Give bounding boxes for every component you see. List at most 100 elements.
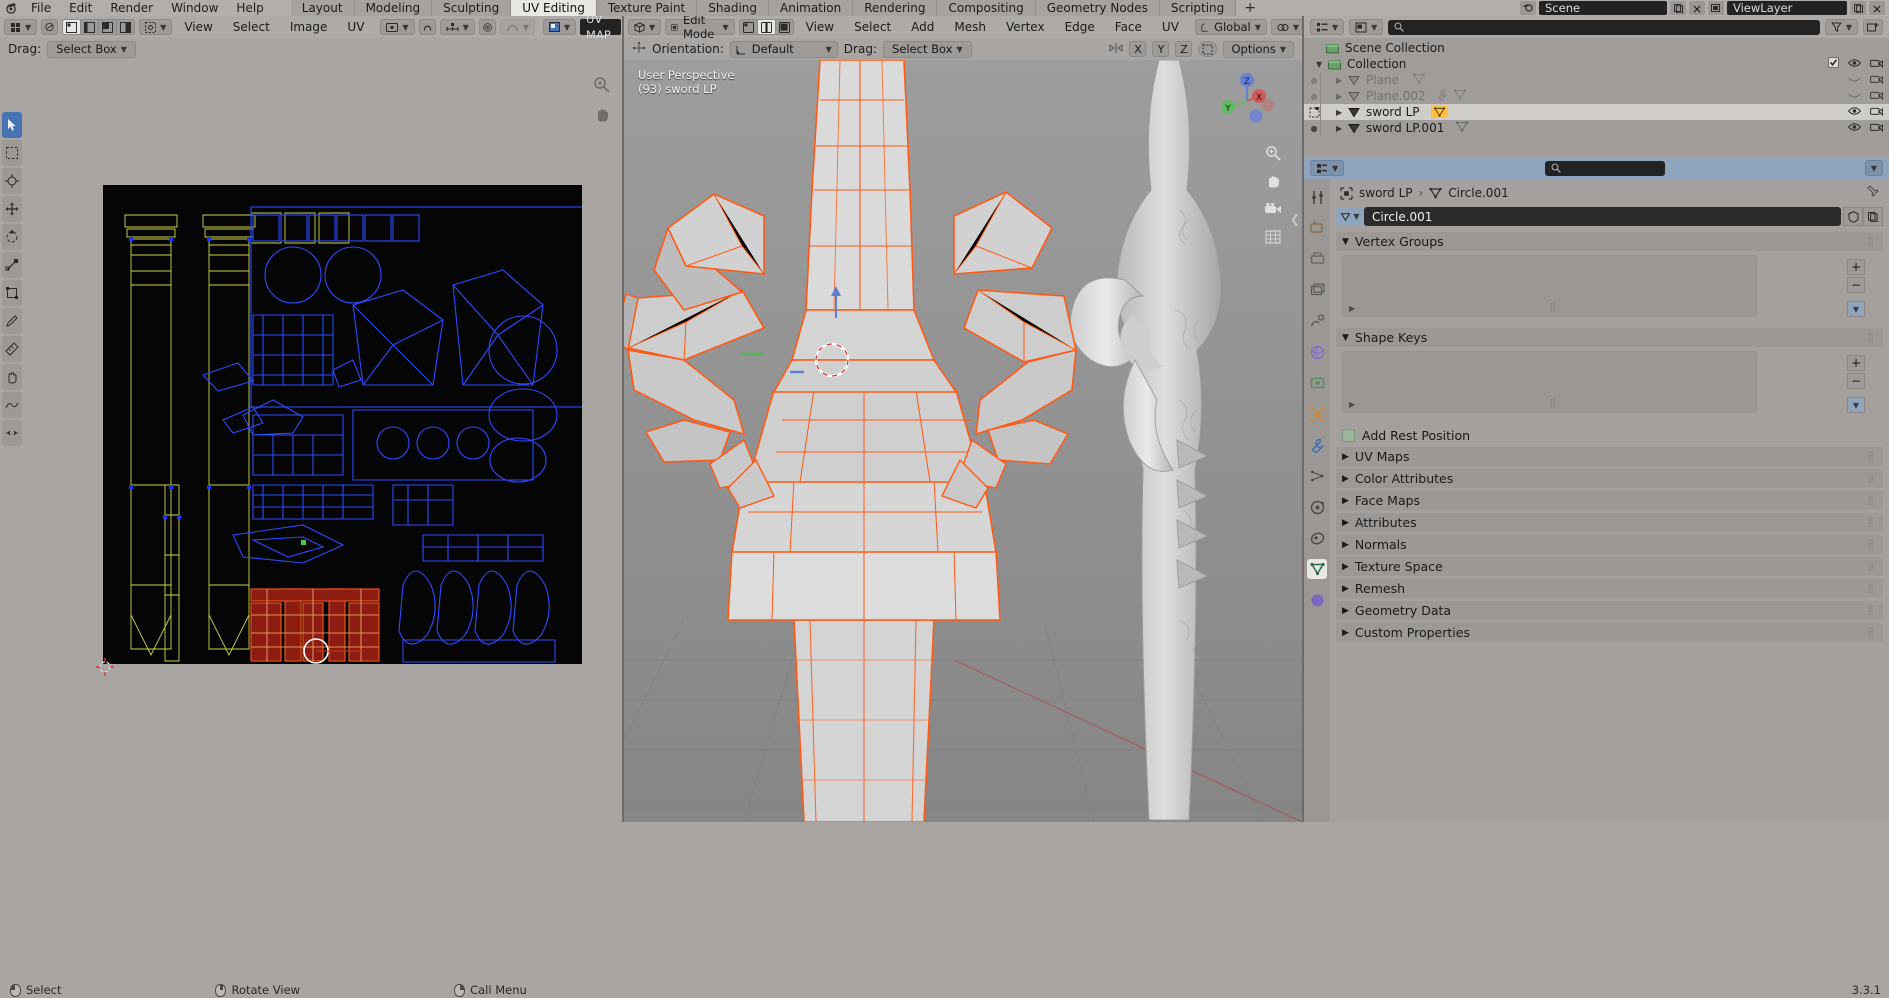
expand-arrow-down-icon[interactable]: ▼ [1316,60,1328,69]
mirror-z-button[interactable]: Z [1175,41,1193,57]
uv-snap-magnet-button[interactable] [418,19,436,35]
tab-output[interactable] [1307,249,1327,269]
workspace-tab-modeling[interactable]: Modeling [354,0,433,16]
menu-window[interactable]: Window [162,0,227,16]
uv-tool-select-box[interactable] [2,140,22,166]
sidebar-toggle-chevron-icon[interactable]: ❮ [1290,212,1300,226]
expand-arrow-right-icon[interactable]: ▶ [1336,92,1348,101]
uv-select-mode-vertex[interactable] [62,19,82,35]
scene-name-field[interactable]: Scene [1539,1,1667,15]
vertex-group-specials-button[interactable]: ▼ [1847,301,1865,317]
menu-file[interactable]: File [22,0,60,16]
tab-world[interactable] [1307,342,1327,362]
outliner-editor-type-selector[interactable]: ▼ [1310,19,1345,35]
mirror-x-button[interactable]: X [1129,41,1147,57]
uv-proportional-falloff-dropdown[interactable]: ▼ [499,19,535,35]
workspace-tab-uv-editing[interactable]: UV Editing [511,0,597,16]
panel-header-face-maps[interactable]: ▶ Face Maps ⣿ [1336,491,1883,510]
mesh-name-field[interactable]: Circle.001 [1364,207,1841,226]
list-expand-icon[interactable]: ▶ [1349,400,1355,409]
tab-material[interactable] [1307,590,1327,610]
viewport-menu-edge[interactable]: Edge [1057,19,1103,35]
workspace-tab-shading[interactable]: Shading [697,0,769,16]
uv-menu-image[interactable]: Image [282,19,336,35]
add-vertex-group-button[interactable]: + [1847,259,1865,275]
list-expand-icon[interactable]: ▶ [1349,304,1355,313]
uv-sticky-selection-dropdown[interactable]: ▼ [139,19,173,35]
toggle-orthographic-icon[interactable] [1264,228,1282,246]
eye-icon[interactable] [1847,57,1862,71]
uv-tool-move[interactable] [2,196,22,222]
uv-tool-tweak[interactable] [2,112,22,138]
workspace-tab-sculpting[interactable]: Sculpting [432,0,512,16]
viewport-mode-dropdown[interactable]: Edit Mode ▼ [665,16,735,38]
viewport-menu-add[interactable]: Add [903,19,942,35]
vertex-groups-list[interactable]: ▶ ⣿ [1342,255,1757,317]
tab-render[interactable] [1307,218,1327,238]
viewlayer-name-field[interactable]: ViewLayer [1727,1,1847,15]
properties-filter-dropdown[interactable]: ▼ [1864,160,1883,176]
uv-snap-target-dropdown[interactable]: ▼ [439,19,475,35]
blender-logo-icon[interactable] [2,1,22,15]
uv-tool-grab[interactable] [2,364,22,390]
workspace-tab-compositing[interactable]: Compositing [937,0,1036,16]
pan-hand-icon[interactable] [594,106,610,126]
tab-physics[interactable] [1307,497,1327,517]
panel-header-normals[interactable]: ▶ Normals ⣿ [1336,535,1883,554]
panel-header-vertex-groups[interactable]: ▼ Vertex Groups ⣿ [1336,232,1883,251]
camera-icon[interactable] [1870,121,1883,135]
uv-menu-view[interactable]: View [176,19,220,35]
transform-orientation-dropdown[interactable]: Global ▼ [1194,19,1267,35]
new-mesh-button[interactable] [1863,207,1883,226]
viewlayer-browse-icon[interactable] [1708,1,1724,15]
outliner-display-mode-dropdown[interactable]: ▼ [1349,19,1384,35]
panel-header-geometry-data[interactable]: ▶ Geometry Data ⣿ [1336,601,1883,620]
zoom-icon[interactable] [1264,144,1282,162]
mesh-datablock-browse-button[interactable]: ▼ [1336,207,1364,226]
panel-header-color-attributes[interactable]: ▶ Color Attributes ⣿ [1336,469,1883,488]
menu-help[interactable]: Help [227,0,272,16]
eye-closed-icon[interactable] [1848,73,1861,87]
tab-modifier[interactable] [1307,435,1327,455]
mirror-y-button[interactable]: Y [1152,41,1170,57]
outliner-row-collection[interactable]: ▼ Collection [1304,56,1889,72]
properties-search-input[interactable] [1544,160,1665,176]
pan-hand-icon[interactable] [1264,172,1282,190]
camera-icon[interactable] [1870,105,1883,119]
mirror-icon[interactable] [1109,42,1123,57]
unlink-scene-button[interactable]: × [1689,1,1705,16]
pin-icon[interactable] [1866,185,1879,201]
orientation-dropdown[interactable]: Default ▼ [729,40,838,58]
mesh-select-mode-face[interactable] [775,19,794,35]
panel-header-custom-properties[interactable]: ▶ Custom Properties ⣿ [1336,623,1883,642]
tab-object[interactable] [1307,404,1327,424]
editor-type-selector[interactable]: ▼ [4,19,38,35]
workspace-tab-scripting[interactable]: Scripting [1159,0,1237,16]
checkbox-icon[interactable] [1342,429,1355,442]
workspace-tab-geometry-nodes[interactable]: Geometry Nodes [1035,0,1160,16]
add-rest-position-row[interactable]: Add Rest Position [1342,428,1883,443]
add-shape-key-button[interactable]: + [1847,355,1865,371]
viewport-menu-select[interactable]: Select [846,19,899,35]
shape-keys-list[interactable]: ▶ ⣿ [1342,351,1757,413]
new-viewlayer-button[interactable] [1850,1,1866,15]
uv-image-browse-dropdown[interactable]: ▼ [542,19,577,35]
tab-object-data[interactable] [1307,559,1327,579]
outliner-filter-button[interactable]: ▼ [1824,19,1858,35]
viewport-canvas[interactable]: User Perspective (93) sword LP Z Y X ❮ [624,60,1302,822]
shape-key-specials-button[interactable]: ▼ [1847,397,1865,413]
outliner-row-sword-lp-001[interactable]: ● ▶ sword LP.001 [1304,120,1889,136]
expand-arrow-right-icon[interactable]: ▶ [1336,124,1348,133]
outliner-search-input[interactable] [1388,19,1820,35]
uv-select-mode-edge[interactable] [81,19,100,35]
eye-closed-icon[interactable] [1848,89,1861,103]
breadcrumb-mesh-name[interactable]: Circle.001 [1448,186,1508,200]
mesh-select-mode-vertex[interactable] [738,19,758,35]
tab-tool[interactable] [1307,187,1327,207]
mesh-data-icon[interactable] [1453,89,1466,103]
outliner-row-plane-002[interactable]: ● ▶ Plane.002 [1304,88,1889,104]
camera-view-icon[interactable] [1264,200,1282,218]
workspace-tab-rendering[interactable]: Rendering [853,0,938,16]
add-workspace-button[interactable]: + [1236,0,1264,16]
uv-tool-scale[interactable] [2,252,22,278]
